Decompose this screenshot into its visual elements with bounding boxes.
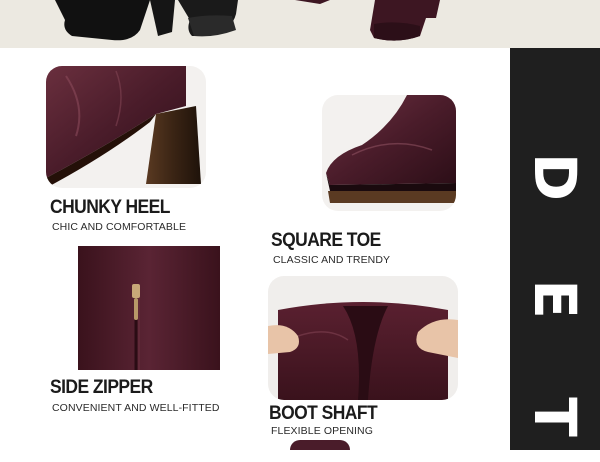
side-zipper-title: SIDE ZIPPER [50,377,153,398]
square-toe-image [322,95,456,211]
boot-shaft-subtitle: FLEXIBLE OPENING [271,425,373,437]
chunky-heel-subtitle: CHIC AND COMFORTABLE [52,221,187,233]
top-product-photo-strip [0,0,600,48]
details-vertical-banner: D E T [510,48,600,450]
boot-shaft-image [268,276,458,400]
boots-photo-crop [55,0,440,41]
chunky-heel-title: CHUNKY HEEL [50,197,170,218]
next-image-crop [290,440,350,450]
square-toe-title: SQUARE TOE [271,230,381,251]
side-zipper-image [78,246,220,370]
square-toe-subtitle: CLASSIC AND TRENDY [273,254,391,266]
side-zipper-subtitle: CONVENIENT AND WELL-FITTED [52,402,220,414]
banner-letter-e: E [521,279,589,319]
banner-letter-d: D [521,152,589,202]
banner-letter-t: T [521,397,589,437]
boot-shaft-title: BOOT SHAFT [269,403,378,424]
chunky-heel-image [46,66,206,188]
